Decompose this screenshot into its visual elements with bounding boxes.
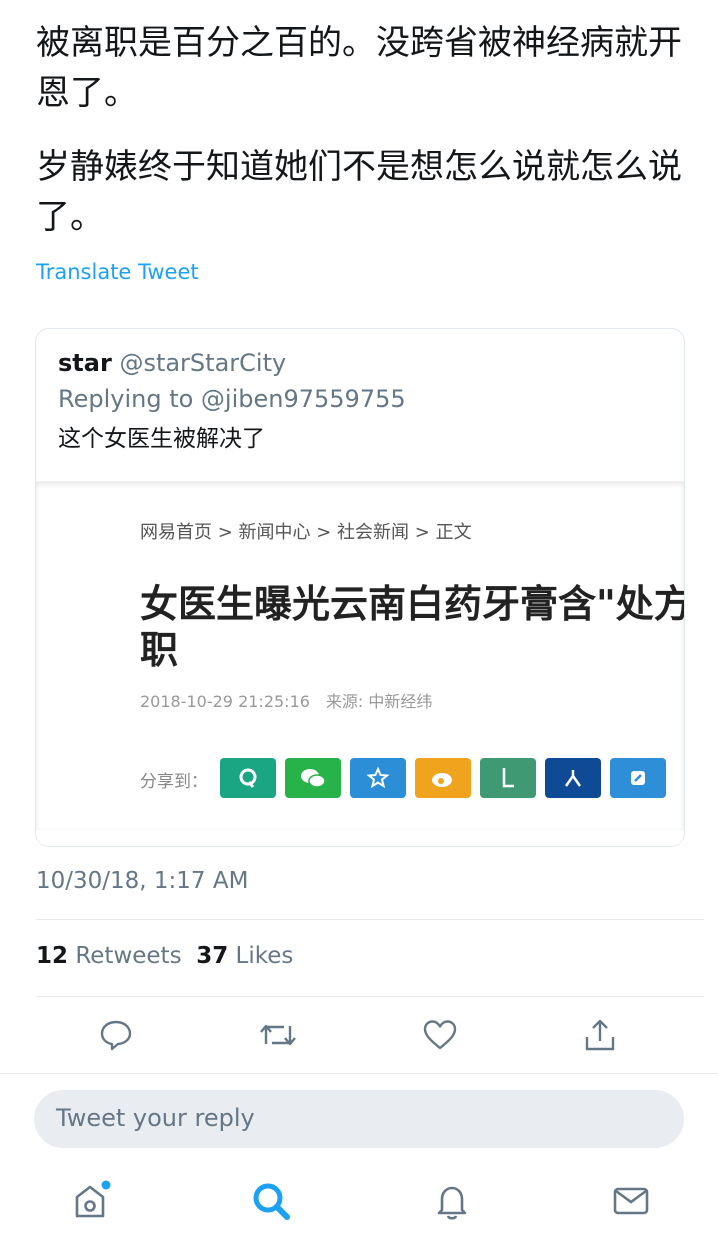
retweets-count[interactable]: 12 — [36, 943, 68, 969]
share-button[interactable] — [580, 1012, 620, 1058]
translate-tweet-link[interactable]: Translate Tweet — [36, 260, 199, 284]
engagement-counts: 12 Retweets 37 Likes — [36, 943, 293, 969]
reply-placeholder: Tweet your reply — [56, 1104, 255, 1132]
share-button-link — [610, 758, 666, 798]
weibo-icon — [432, 773, 452, 787]
news-headline-line-2: 职 — [140, 628, 179, 672]
tweet-text-line-1: 被离职是百分之百的。没跨省被神经病就开恩了。 — [36, 23, 682, 113]
bottom-tab-bar — [0, 1170, 718, 1240]
divider — [36, 919, 704, 920]
news-breadcrumb: 网易首页 > 新闻中心 > 社会新闻 > 正文 — [140, 522, 472, 543]
share-button-note — [480, 758, 536, 798]
divider — [36, 996, 704, 997]
star-icon — [366, 766, 390, 789]
retweets-label[interactable]: Retweets — [75, 943, 181, 969]
news-headline-line-1: 女医生曝光云南白药牙膏含"处方 — [140, 582, 684, 626]
quoted-tweet-author: star @starStarCity — [58, 345, 286, 381]
share-button-weibo — [415, 758, 471, 798]
quoted-author-handle: @starStarCity — [119, 349, 287, 377]
home-icon — [75, 1180, 111, 1218]
quoted-author-name: star — [58, 349, 112, 377]
share-button-star — [350, 758, 406, 798]
reply-button[interactable] — [96, 1012, 136, 1058]
mail-icon — [613, 1187, 649, 1215]
heart-icon — [423, 1020, 457, 1050]
share-button-wechat — [285, 758, 341, 798]
reply-input[interactable]: Tweet your reply — [34, 1090, 684, 1148]
tab-home[interactable] — [65, 1176, 115, 1226]
tab-messages[interactable] — [606, 1176, 656, 1226]
qzone-icon — [239, 768, 257, 788]
wechat-icon — [301, 769, 326, 788]
retweet-button[interactable] — [258, 1012, 298, 1058]
likes-label[interactable]: Likes — [236, 943, 294, 969]
tweet-text-line-2: 岁静婊终于知道她们不是想怎么说就怎么说了。 — [36, 147, 682, 237]
quoted-tweet-text: 这个女医生被解决了 — [58, 426, 265, 452]
retweet-icon — [260, 1024, 296, 1046]
note-icon — [502, 768, 514, 788]
quoted-tweet-card[interactable]: star @starStarCity Replying to @jiben975… — [35, 328, 685, 847]
like-button[interactable] — [420, 1012, 460, 1058]
tab-search[interactable] — [246, 1176, 296, 1226]
divider — [0, 1073, 718, 1074]
link-icon — [631, 771, 645, 785]
replying-to-label: Replying to @jiben97559755 — [58, 385, 406, 413]
news-meta: 2018-10-29 21:25:16 来源: 中新经纬 — [140, 692, 433, 711]
reply-icon — [100, 1020, 132, 1051]
share-icon — [585, 1019, 615, 1051]
search-icon — [253, 1183, 290, 1220]
tweet-actions — [0, 1012, 718, 1058]
likes-count[interactable]: 37 — [196, 943, 228, 969]
share-buttons — [220, 758, 666, 798]
share-button-qzone — [220, 758, 276, 798]
quoted-screenshot-image[interactable]: 网易首页 > 新闻中心 > 社会新闻 > 正文 女医生曝光云南白药牙膏含"处方 … — [36, 481, 684, 846]
bell-icon — [437, 1186, 467, 1220]
tweet-timestamp: 10/30/18, 1:17 AM — [36, 868, 249, 894]
renren-icon — [564, 770, 582, 787]
share-button-renren — [545, 758, 601, 798]
tab-notifications[interactable] — [427, 1176, 477, 1226]
share-label: 分享到： — [140, 772, 208, 792]
